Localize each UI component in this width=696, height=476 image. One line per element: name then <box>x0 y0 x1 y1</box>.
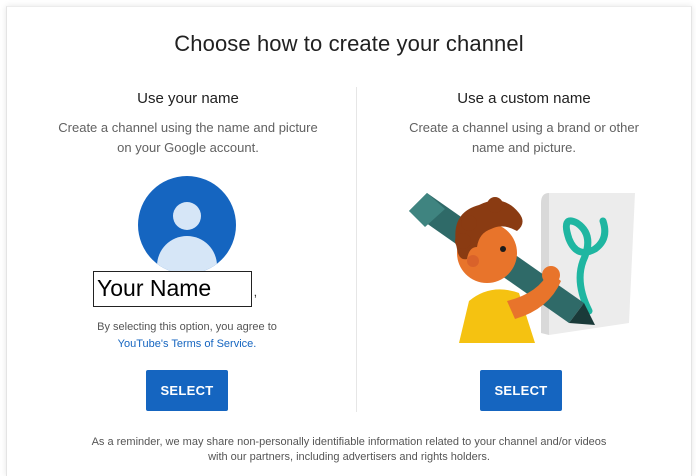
use-your-name-description-line2: on your Google account. <box>117 140 259 155</box>
use-your-name-description-line1: Create a channel using the name and pict… <box>58 120 318 135</box>
use-custom-name-description: Create a channel using a brand or other … <box>369 118 679 158</box>
person-hair-curl3 <box>487 197 503 213</box>
use-custom-name-description-line1: Create a channel using a brand or other <box>409 120 639 135</box>
avatar-head <box>173 202 201 230</box>
default-profile-avatar-icon <box>138 176 236 274</box>
select-use-your-name-button[interactable]: SELECT <box>146 370 228 411</box>
terms-agreement-text: By selecting this option, you agree to <box>97 321 277 333</box>
terms-of-service-link[interactable]: YouTube's Terms of Service. <box>67 336 307 353</box>
dialog-title: Choose how to create your channel <box>174 31 524 56</box>
person-hand <box>542 266 560 284</box>
use-your-name-title: Use your name <box>137 90 239 107</box>
person-eye <box>500 246 506 252</box>
data-sharing-reminder: As a reminder, we may share non-personal… <box>37 435 661 465</box>
create-channel-dialog: Choose how to create your channel Use yo… <box>6 6 692 476</box>
paper-curl <box>541 193 549 335</box>
use-your-name-option: Use your name Create a channel using the… <box>33 89 343 158</box>
column-divider <box>356 87 357 412</box>
select-use-custom-name-button[interactable]: SELECT <box>480 370 562 411</box>
use-custom-name-title: Use a custom name <box>457 90 591 107</box>
person-ear <box>467 255 479 267</box>
avatar-shoulders <box>157 236 217 274</box>
terms-agreement: By selecting this option, you agree to Y… <box>67 319 307 353</box>
name-box-tail-glyph: ʼ <box>254 292 257 307</box>
use-your-name-description: Create a channel using the name and pict… <box>33 118 343 158</box>
person-hair-curl2 <box>461 215 477 231</box>
reminder-line1: As a reminder, we may share non-personal… <box>91 436 607 448</box>
use-custom-name-description-line2: name and picture. <box>471 140 577 155</box>
custom-name-brand-illustration <box>409 193 635 343</box>
person-hair-curl1 <box>455 233 471 249</box>
your-name-field: Your Name <box>93 271 252 307</box>
use-custom-name-option: Use a custom name Create a channel using… <box>369 89 679 158</box>
reminder-line2: with our partners, including advertisers… <box>208 451 490 463</box>
